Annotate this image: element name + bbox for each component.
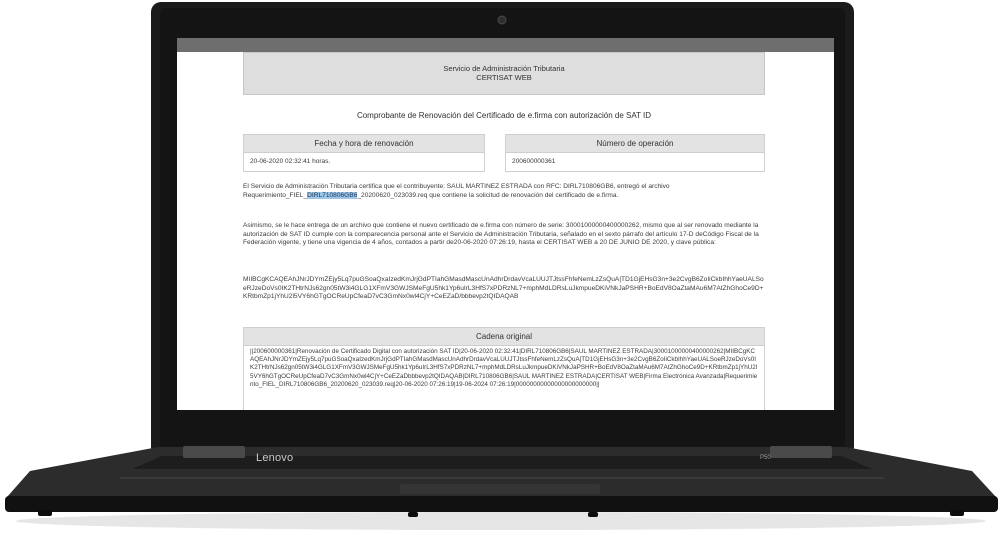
page-title: Comprobante de Renovación del Certificad…	[356, 111, 652, 120]
hinge-left	[183, 446, 245, 458]
operation-number-value: 200600000361	[512, 158, 556, 165]
trackpad	[400, 484, 600, 494]
selected-rfc-text[interactable]: DIRL710806GB6	[307, 191, 358, 199]
header-line-1: Servicio de Administración Tributaria	[443, 64, 565, 73]
public-key-text: MIIBCgKCAQEAhJNrJDYmZEjy5Lq7puGSoaQxaIze…	[243, 276, 764, 301]
browser-top-bar	[177, 38, 834, 52]
model-mark: P50	[760, 455, 771, 461]
floor-shadow	[16, 512, 986, 530]
delivery-paragraph: Asimismo, se le hace entrega de un archi…	[243, 222, 759, 247]
header-line-2: CERTISAT WEB	[476, 73, 532, 82]
foot-left	[38, 510, 52, 516]
original-chain-value: ||200600000361|Renovación de Certificado…	[250, 348, 758, 388]
brand-logo: Lenovo	[256, 452, 294, 464]
renewal-date-value: 20-06-2020 02:32:41 horas.	[250, 158, 331, 165]
operation-number-box: Número de operación 200600000361	[505, 134, 765, 172]
foot-center-right	[588, 512, 598, 517]
operation-number-label: Número de operación	[506, 135, 764, 153]
original-chain-box: Cadena original ||200600000361|Renovació…	[243, 327, 765, 410]
laptop-photo: Lenovo P50 Servicio de Administración Tr…	[0, 0, 1003, 535]
front-edge	[5, 496, 998, 512]
page-header: Servicio de Administración Tributaria CE…	[243, 52, 765, 95]
screen: Servicio de Administración Tributaria CE…	[177, 38, 834, 410]
original-chain-label: Cadena original	[244, 328, 764, 346]
renewal-date-box: Fecha y hora de renovación 20-06-2020 02…	[243, 134, 485, 172]
renewal-date-label: Fecha y hora de renovación	[244, 135, 484, 153]
hinge-right	[770, 446, 832, 458]
foot-center-left	[408, 512, 418, 517]
foot-right	[950, 510, 964, 516]
certification-paragraph: El Servicio de Administración Tributaria…	[243, 183, 765, 200]
certification-text-end: _20200620_023039.req que contiene la sol…	[357, 191, 619, 199]
webcam-icon	[497, 15, 507, 25]
